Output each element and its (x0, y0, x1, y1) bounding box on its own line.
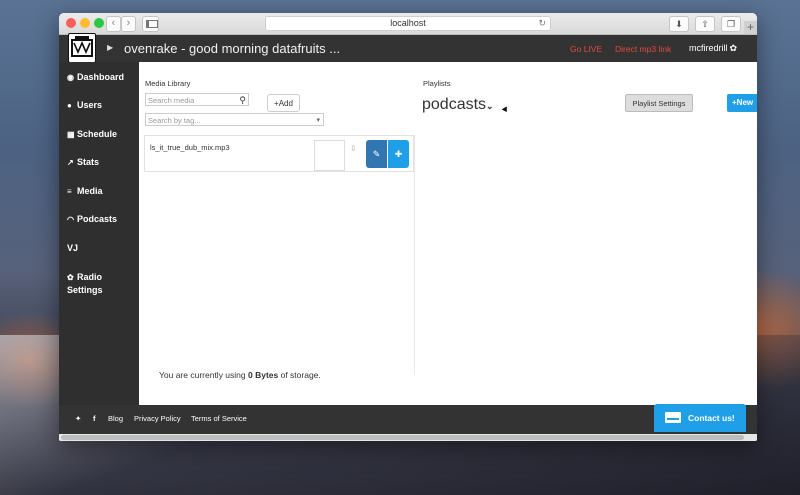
site-header: ▶ ovenrake - good morning datafruits ...… (59, 33, 757, 63)
playlists-heading: Playlists (423, 79, 451, 88)
gear-icon: ✿ (67, 273, 74, 282)
privacy-policy-link[interactable]: Privacy Policy (134, 414, 181, 423)
direct-mp3-link[interactable]: Direct mp3 link (615, 44, 671, 54)
share-icon[interactable]: ⇧ (695, 16, 715, 32)
search-placeholder: Search media (148, 96, 195, 105)
sidebar-item-label: Users (77, 100, 103, 110)
user-menu[interactable]: mcfiredrill ✿ (689, 43, 737, 54)
media-filename: ls_it_true_dub_mix.mp3 (150, 143, 230, 152)
download-icon[interactable]: ⇩ (350, 144, 357, 153)
sidebar-item-label: VJ (67, 243, 79, 253)
rss-icon: ◠ (67, 215, 74, 224)
downloads-icon[interactable]: ⬇ (669, 16, 689, 32)
edit-media-button[interactable]: ✎ (366, 140, 387, 168)
stats-icon: ↗ (67, 158, 74, 167)
selected-playlist: podcasts (422, 96, 487, 113)
sidebar-item-podcasts[interactable]: ◠ Podcasts (67, 214, 117, 224)
plus-circle-icon: ✚ (394, 149, 403, 159)
add-to-playlist-button[interactable]: ✚ (388, 140, 409, 168)
media-item: ls_it_true_dub_mix.mp3 ⇩ ✎ ✚ (144, 135, 414, 172)
close-window-button[interactable] (66, 18, 76, 28)
username-label: mcfiredrill (689, 43, 728, 53)
url-text: localhost (390, 18, 426, 28)
scrollbar-thumb[interactable] (61, 435, 744, 440)
playlist-select[interactable]: podcasts⌄ (422, 96, 494, 114)
contact-label: Contact us! (688, 413, 735, 423)
search-media-input[interactable]: Search media ⚲ (145, 93, 249, 106)
now-playing-title: ovenrake - good morning datafruits ... (124, 41, 341, 56)
sidebar-item-label: Stats (77, 157, 100, 167)
minimize-window-button[interactable] (80, 18, 90, 28)
play-icon[interactable]: ▶ (107, 43, 113, 52)
mouse-cursor (501, 106, 510, 114)
users-icon: ● (67, 101, 72, 110)
panel-divider (414, 135, 415, 375)
tag-placeholder: Search by tag... (148, 116, 201, 125)
gear-icon: ✿ (729, 43, 738, 53)
site-footer: ✦ f Blog Privacy Policy Terms of Service… (59, 404, 757, 434)
sidebar-item-label: Dashboard (77, 72, 125, 82)
storage-amount: 0 Bytes (248, 370, 279, 380)
storage-prefix: You are currently using (159, 370, 248, 380)
new-playlist-button[interactable]: +New (727, 94, 757, 112)
sidebar: ◉ Dashboard ● Users ▦ Schedule ↗ Stats ≡ Medi… (59, 62, 139, 405)
sidebar-item-users[interactable]: ● Users (67, 100, 102, 110)
search-icon[interactable]: ⚲ (239, 94, 246, 107)
tabs-overview-icon[interactable]: ❐ (721, 16, 741, 32)
blog-link[interactable]: Blog (108, 414, 123, 423)
sidebar-item-label: Radio (77, 272, 103, 282)
sidebar-item-radio-settings[interactable]: ✿ Radio Settings (67, 271, 103, 296)
chevron-down-icon: ▾ (316, 117, 320, 124)
sidebar-item-vj[interactable]: VJ (67, 243, 78, 253)
tag-search-select[interactable]: Search by tag... ▾ (145, 113, 324, 126)
address-bar[interactable]: localhost ↻ (265, 16, 551, 31)
dashboard-icon: ◉ (67, 73, 74, 82)
sidebar-item-label: Podcasts (77, 214, 118, 224)
facebook-icon[interactable]: f (93, 414, 96, 423)
storage-suffix: of storage. (278, 370, 321, 380)
sidebar-item-schedule[interactable]: ▦ Schedule (67, 129, 117, 139)
calendar-icon: ▦ (67, 130, 75, 139)
terms-of-service-link[interactable]: Terms of Service (191, 414, 247, 423)
list-icon: ≡ (67, 187, 72, 196)
pencil-icon: ✎ (372, 149, 381, 159)
back-button[interactable]: ‹ (106, 16, 121, 32)
sidebar-item-label: Settings (67, 285, 103, 295)
media-thumbnail (314, 140, 345, 171)
sidebar-item-stats[interactable]: ↗ Stats (67, 157, 99, 167)
new-tab-button[interactable]: + (744, 21, 757, 34)
media-library-heading: Media Library (145, 79, 191, 88)
zoom-window-button[interactable] (94, 18, 104, 28)
storage-usage: You are currently using 0 Bytes of stora… (159, 370, 321, 380)
playlist-settings-button[interactable]: Playlist Settings (625, 94, 693, 112)
forward-button[interactable]: › (121, 16, 136, 32)
sidebar-item-dashboard[interactable]: ◉ Dashboard (67, 72, 124, 82)
mail-icon (665, 412, 681, 423)
sidebar-item-label: Media (77, 186, 103, 196)
sidebar-item-label: Schedule (77, 129, 118, 139)
contact-us-button[interactable]: Contact us! (654, 404, 746, 432)
horizontal-scrollbar[interactable] (59, 434, 757, 441)
station-logo[interactable] (68, 33, 96, 63)
main-content: Media Library Search media ⚲ +Add Search… (139, 62, 757, 405)
browser-toolbar: ‹ › localhost ↻ ⬇ ⇧ ❐ + (59, 13, 757, 35)
twitter-icon[interactable]: ✦ (75, 414, 81, 423)
browser-window: ‹ › localhost ↻ ⬇ ⇧ ❐ + ▶ ovenrake - goo… (59, 13, 757, 441)
go-live-link[interactable]: Go LIVE (570, 44, 602, 54)
reload-icon[interactable]: ↻ (538, 17, 546, 30)
chevron-down-icon: ⌄ (486, 101, 494, 111)
sidebar-toggle-icon[interactable] (142, 16, 159, 32)
add-media-button[interactable]: +Add (267, 94, 300, 112)
sidebar-item-media[interactable]: ≡ Media (67, 186, 103, 196)
